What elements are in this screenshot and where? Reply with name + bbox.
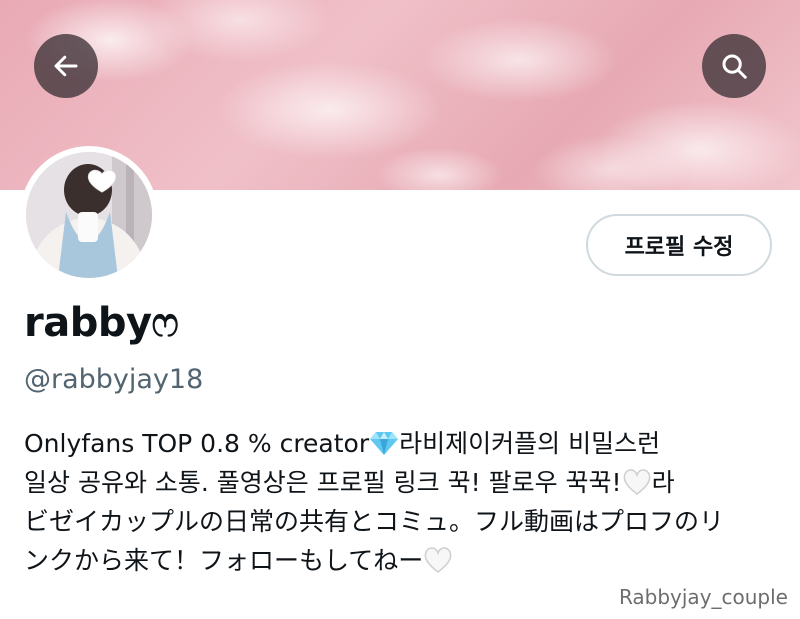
profile-bio: Onlyfans TOP 0.8 % creator 라비제이커플의 비밀스런 일… xyxy=(24,424,776,580)
bio-text: 라비제이커플의 비밀스런 xyxy=(399,429,661,458)
profile-page: 프로필 수정 rabbyෆ @rabbyjay18 Onlyfans TOP 0… xyxy=(0,0,800,619)
bio-text: 라 xyxy=(651,468,675,497)
avatar-photo xyxy=(26,152,152,278)
back-button[interactable] xyxy=(34,34,98,98)
arrow-left-icon xyxy=(54,55,78,77)
white-heart-icon xyxy=(424,547,452,573)
white-heart-icon xyxy=(623,469,650,495)
edit-profile-button[interactable]: 프로필 수정 xyxy=(586,214,772,276)
edit-profile-label: 프로필 수정 xyxy=(624,235,734,260)
avatar-frame xyxy=(20,146,158,284)
bio-text: 일상 공유와 소통. 풀영상은 프로필 링크 꾹! 팔로우 꾹꾹! xyxy=(24,468,622,497)
bio-line: ビゼイカップルの日常の共有とコミュ。フル動画はプロフのリ xyxy=(24,507,725,536)
display-name: rabbyෆ xyxy=(24,300,179,346)
bio-line: Onlyfans TOP 0.8 % creator 라비제이커플의 비밀스런 xyxy=(24,424,776,463)
display-name-suffix: ෆ xyxy=(151,300,179,346)
avatar[interactable] xyxy=(26,152,152,278)
display-name-text: rabby xyxy=(24,300,152,346)
search-icon xyxy=(722,54,747,79)
gem-stone-icon xyxy=(370,432,399,455)
bio-text: ンクから来て！フォローもしてねー xyxy=(24,546,424,575)
watermark-text: Rabbyjay_couple xyxy=(618,585,788,609)
bio-text: Onlyfans TOP 0.8 % creator xyxy=(24,429,370,458)
user-handle: @rabbyjay18 xyxy=(24,364,204,395)
bio-line: ンクから来て！フォローもしてねー xyxy=(24,541,776,580)
bio-line: 일상 공유와 소통. 풀영상은 프로필 링크 꾹! 팔로우 꾹꾹! 라 xyxy=(24,463,776,502)
search-button[interactable] xyxy=(702,34,766,98)
